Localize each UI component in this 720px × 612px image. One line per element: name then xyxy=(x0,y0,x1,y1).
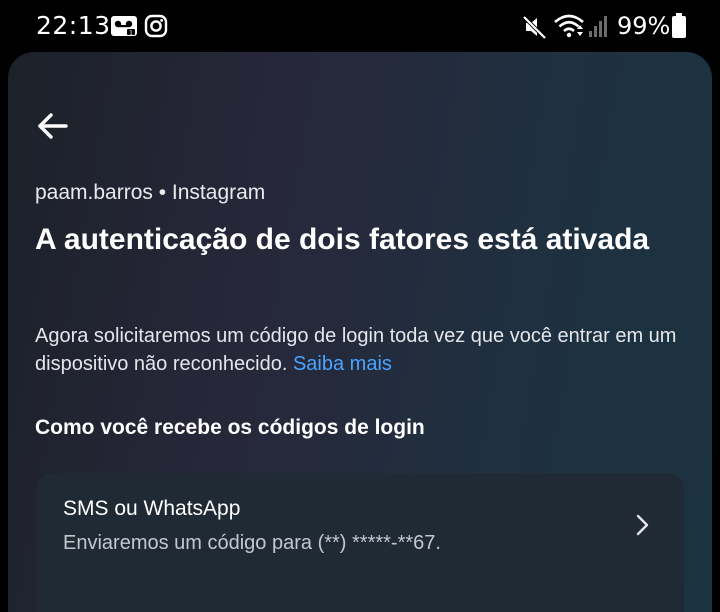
battery-icon xyxy=(671,13,687,44)
voicemail-icon: 1 xyxy=(110,15,138,42)
method-detail: Enviaremos um código para (**) *****-**6… xyxy=(63,532,441,554)
chevron-right-icon xyxy=(632,513,652,537)
page-title: A autenticação de dois fatores está ativ… xyxy=(35,223,650,256)
status-bar: 22:13 1 99% xyxy=(0,0,720,52)
status-time: 22:13 xyxy=(36,11,111,40)
settings-sheet: paam.barros • Instagram A autenticação d… xyxy=(8,52,712,612)
account-label: paam.barros • Instagram xyxy=(35,181,266,204)
sms-whatsapp-method-card[interactable]: SMS ou WhatsApp Enviaremos um código par… xyxy=(36,473,684,612)
battery-percentage: 99% xyxy=(617,12,671,40)
svg-text:1: 1 xyxy=(129,30,133,37)
section-heading: Como você recebe os códigos de login xyxy=(35,416,425,439)
wifi-icon xyxy=(553,13,585,44)
method-title: SMS ou WhatsApp xyxy=(63,497,241,520)
description: Agora solicitaremos um código de login t… xyxy=(35,322,705,378)
back-button[interactable] xyxy=(34,108,74,144)
instagram-icon xyxy=(144,14,168,43)
learn-more-link[interactable]: Saiba mais xyxy=(293,353,392,375)
signal-icon xyxy=(588,14,610,43)
mute-icon xyxy=(522,14,548,45)
arrow-left-icon xyxy=(34,113,74,148)
